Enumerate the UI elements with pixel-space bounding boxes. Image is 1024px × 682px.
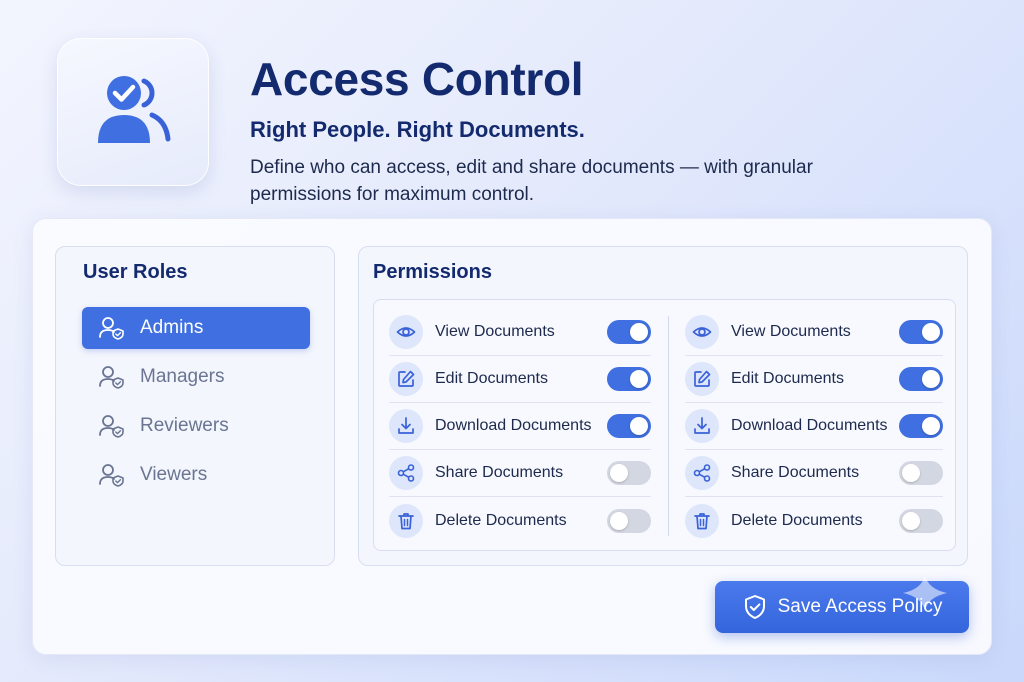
- download-icon: [685, 409, 719, 443]
- permission-label: Delete Documents: [435, 511, 567, 529]
- user-shield-icon: [98, 414, 126, 438]
- role-label: Viewers: [140, 464, 208, 485]
- permission-label: Download Documents: [731, 417, 888, 434]
- toggle-knob: [630, 417, 648, 435]
- permission-label: Edit Documents: [435, 370, 548, 387]
- permission-label: Download Documents: [435, 417, 592, 434]
- trash-icon: [685, 503, 719, 538]
- permission-row-share: Share Documents: [389, 450, 651, 497]
- permission-toggle[interactable]: [607, 508, 651, 533]
- permission-row-share: Share Documents: [685, 450, 943, 497]
- permission-toggle[interactable]: [899, 508, 943, 533]
- hero-icon-tile: [57, 38, 209, 186]
- page-title: Access Control: [250, 53, 584, 105]
- trash-icon: [389, 503, 423, 538]
- permission-label: View Documents: [731, 323, 851, 340]
- permission-label: Share Documents: [435, 464, 564, 481]
- permission-row-download: Download Documents: [389, 403, 651, 450]
- permission-toggle[interactable]: [607, 414, 651, 438]
- shield-check-icon: [742, 594, 768, 620]
- toggle-knob: [922, 417, 940, 435]
- eye-icon: [389, 315, 423, 349]
- permission-toggle[interactable]: [899, 320, 943, 344]
- permission-label: Edit Documents: [731, 370, 844, 387]
- edit-icon: [685, 362, 719, 396]
- permission-row-download: Download Documents: [685, 403, 943, 450]
- permission-toggle[interactable]: [607, 461, 651, 485]
- role-item-viewers[interactable]: Viewers: [82, 454, 310, 496]
- user-shield-icon: [98, 463, 126, 487]
- role-item-reviewers[interactable]: Reviewers: [82, 405, 310, 447]
- user-roles-title: User Roles: [83, 261, 188, 283]
- permission-toggle[interactable]: [607, 367, 651, 391]
- role-item-admins[interactable]: Admins: [82, 307, 310, 349]
- permission-label: View Documents: [435, 323, 555, 340]
- role-label: Admins: [140, 317, 204, 338]
- user-roles-panel: User Roles Admins Managers Reviewers Vie…: [55, 246, 335, 566]
- page-description: Define who can access, edit and share do…: [250, 157, 813, 205]
- permission-row-edit: Edit Documents: [389, 356, 651, 403]
- user-shield-icon: [98, 365, 126, 389]
- role-label: Reviewers: [140, 415, 229, 436]
- share-icon: [389, 456, 423, 490]
- sparkle-decoration: [903, 575, 947, 611]
- user-shield-icon: [98, 316, 126, 340]
- permission-toggle[interactable]: [899, 414, 943, 438]
- permission-row-delete: Delete Documents: [389, 497, 651, 544]
- edit-icon: [389, 362, 423, 396]
- download-icon: [389, 409, 423, 443]
- role-label: Managers: [140, 366, 225, 387]
- permission-toggle[interactable]: [607, 320, 651, 344]
- page-subtitle: Right People. Right Documents.: [250, 117, 585, 142]
- permission-row-delete: Delete Documents: [685, 497, 943, 544]
- permission-label: Share Documents: [731, 464, 860, 481]
- permission-toggle[interactable]: [899, 367, 943, 391]
- permission-row-view: View Documents: [685, 309, 943, 356]
- toggle-knob: [902, 511, 920, 530]
- toggle-knob: [610, 511, 628, 530]
- permissions-grid: View Documents Edit Documents Download D…: [373, 299, 956, 551]
- user-check-icon: [98, 76, 171, 143]
- toggle-knob: [610, 464, 628, 482]
- toggle-knob: [922, 323, 940, 341]
- permission-row-edit: Edit Documents: [685, 356, 943, 403]
- permission-toggle[interactable]: [899, 461, 943, 485]
- permission-row-view: View Documents: [389, 309, 651, 356]
- share-icon: [685, 456, 719, 490]
- toggle-knob: [630, 323, 648, 341]
- permission-label: Delete Documents: [731, 511, 863, 529]
- column-divider: [668, 316, 669, 536]
- toggle-knob: [922, 370, 940, 388]
- permissions-title: Permissions: [373, 261, 492, 283]
- toggle-knob: [902, 464, 920, 482]
- role-item-managers[interactable]: Managers: [82, 356, 310, 398]
- eye-icon: [685, 315, 719, 349]
- toggle-knob: [630, 370, 648, 388]
- permissions-panel: Permissions View Documents Edit Document…: [358, 246, 968, 566]
